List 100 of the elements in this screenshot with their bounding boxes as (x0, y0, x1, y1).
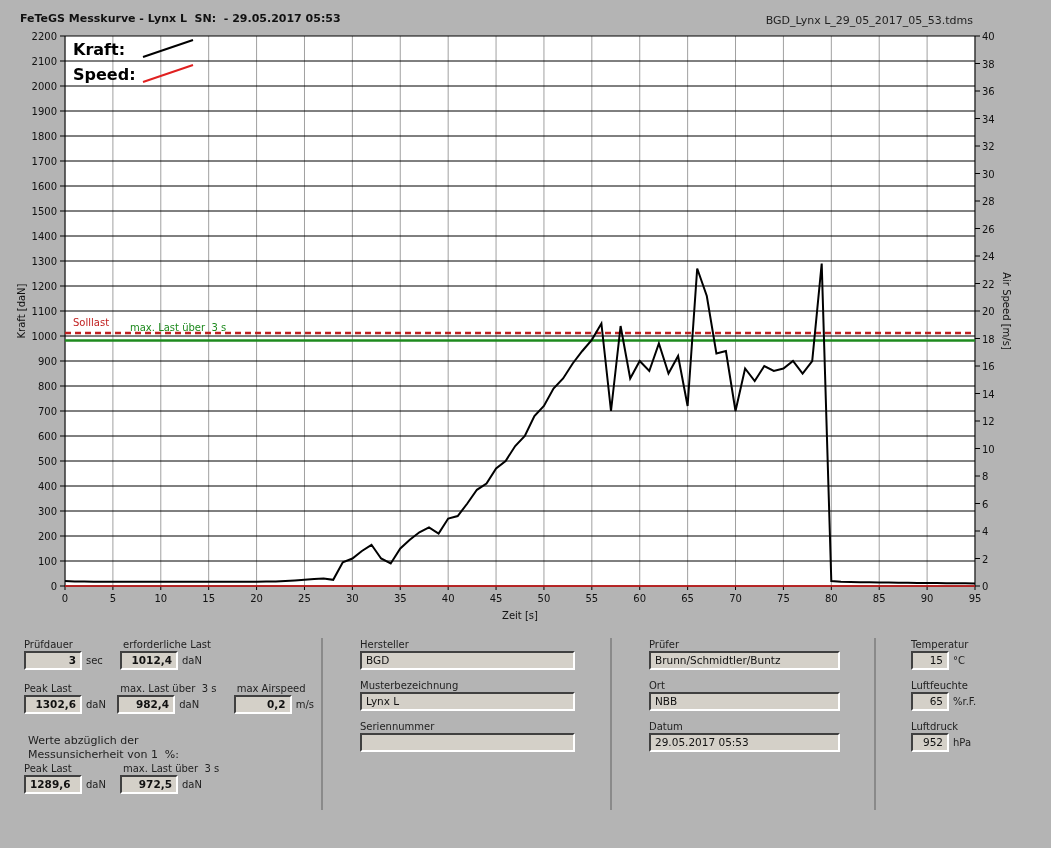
y-tick-label: 1700 (31, 156, 57, 167)
y-axis-title: Kraft [daN] (16, 283, 27, 339)
y-tick-label: 1400 (31, 231, 57, 242)
x-tick-label: 85 (872, 593, 886, 604)
value-field: NBB (649, 692, 840, 711)
unit-label: daN (182, 655, 202, 666)
value-field: 0,2 (233, 695, 292, 714)
y-tick-label: 1000 (31, 331, 57, 342)
x-axis-title: Zeit [s] (502, 610, 538, 621)
right-tick-label: 36 (982, 86, 995, 97)
x-tick-label: 65 (681, 593, 694, 604)
field-label: max. Last über 3 s (123, 762, 221, 775)
right-tick-label: 14 (982, 388, 995, 400)
y-tick-label: 2000 (31, 81, 57, 92)
y-tick-label: 1800 (31, 131, 57, 142)
x-tick-label: 25 (298, 593, 311, 604)
x-tick-label: 35 (393, 593, 407, 604)
x-tick-label: 95 (968, 593, 982, 604)
x-tick-label: 15 (202, 593, 216, 604)
right-tick-label: 32 (982, 141, 995, 152)
field-label: max. Last über 3 s (120, 682, 218, 695)
value-field: 982,4 (117, 695, 176, 714)
right-tick-label: 28 (982, 196, 995, 207)
x-tick-label: 60 (633, 593, 647, 604)
right-tick-label: 38 (982, 58, 995, 70)
window-title: FeTeGS Messkurve - Lynx L SN: - 29.05.2017 05:53 (20, 12, 341, 25)
field-label: Musterbezeichnung (360, 679, 460, 692)
field-label: Temperatur (911, 638, 970, 651)
value-field: 952 (911, 733, 949, 752)
unit-label: °C (953, 655, 965, 666)
right-tick-label: 10 (982, 443, 995, 455)
x-tick-label: 50 (537, 593, 551, 604)
field-label: Seriennummer (360, 720, 436, 733)
right-tick-label: 18 (982, 333, 995, 345)
field-label: erforderliche Last (123, 638, 212, 651)
legend-label: Kraft: (73, 40, 126, 59)
x-tick-label: 45 (489, 593, 503, 604)
reference-label: Solllast (73, 316, 110, 328)
x-tick-label: 80 (824, 593, 838, 604)
value-field: Brunn/Schmidtler/Buntz (649, 651, 840, 670)
value-field: Lynx L (360, 692, 575, 711)
x-tick-label: 90 (920, 593, 934, 604)
right-tick-label: 4 (982, 526, 989, 537)
uncertainty-note: Werte abzüglich der Messunsicherheit von 1 %: (28, 734, 181, 762)
y-tick-label: 1200 (31, 281, 57, 292)
x-tick-label: 0 (61, 593, 69, 604)
right-tick-label: 12 (982, 416, 995, 427)
x-tick-label: 75 (777, 593, 790, 604)
unit-label: %r.F. (953, 696, 977, 707)
y-tick-label: 100 (37, 556, 57, 567)
right-tick-label: 26 (982, 223, 995, 235)
right-tick-label: 16 (982, 361, 995, 372)
x-tick-label: 40 (441, 593, 455, 604)
unit-label: daN (182, 779, 202, 790)
value-field: 15 (911, 651, 949, 670)
y-tick-label: 500 (37, 456, 57, 467)
y-tick-label: 1600 (31, 181, 57, 192)
right-tick-label: 40 (982, 31, 995, 42)
right-tick-label: 30 (982, 168, 995, 180)
y-tick-label: 2100 (31, 56, 57, 67)
y-tick-label: 800 (37, 381, 57, 392)
value-field: 1012,4 (120, 651, 178, 670)
field-label: Luftfeuchte (911, 679, 969, 692)
field-label: max Airspeed (236, 682, 307, 695)
y-tick-label: 400 (37, 481, 57, 492)
value-field: 1289,6 (24, 775, 82, 794)
y-tick-label: 200 (37, 531, 57, 542)
y-tick-label: 1300 (31, 256, 57, 267)
field-label: Prüfdauer (24, 638, 74, 651)
right-tick-label: 20 (982, 306, 995, 317)
value-field: 29.05.2017 05:53 (649, 733, 840, 752)
x-tick-label: 10 (154, 593, 168, 604)
unit-label: daN (179, 699, 200, 710)
legend-label: Speed: (73, 65, 136, 84)
unit-label: daN (86, 779, 106, 790)
x-tick-label: 5 (109, 593, 117, 604)
value-field: 1302,6 (24, 695, 82, 714)
file-name: BGD_Lynx L_29_05_2017_05_53.tdms (765, 14, 973, 27)
y-tick-label: 700 (37, 406, 57, 417)
x-tick-label: 20 (250, 593, 263, 604)
right-axis-title: Air Speed [m/s] (1001, 272, 1012, 350)
right-tick-label: 2 (982, 553, 989, 565)
value-field: 65 (911, 692, 949, 711)
right-tick-label: 6 (982, 498, 989, 510)
x-tick-label: 70 (729, 593, 742, 604)
right-tick-label: 0 (982, 581, 989, 592)
unit-label: hPa (953, 737, 972, 748)
field-label: Hersteller (360, 638, 410, 651)
field-label: Peak Last (24, 682, 73, 695)
y-tick-label: 300 (37, 506, 57, 517)
right-tick-label: 22 (982, 278, 995, 290)
x-tick-label: 55 (585, 593, 599, 604)
y-tick-label: 1100 (31, 306, 57, 317)
value-field: 3 (24, 651, 82, 670)
field-label: Prüfer (649, 638, 681, 651)
field-label: Ort (649, 679, 666, 692)
right-tick-label: 34 (982, 113, 995, 125)
field-label: Luftdruck (911, 720, 960, 733)
reference-label: max. Last über 3 s (130, 322, 227, 334)
field-label: Peak Last (24, 762, 73, 775)
